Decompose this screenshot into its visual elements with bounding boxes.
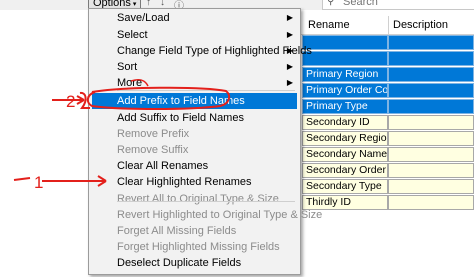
- annotation-circle: [86, 86, 231, 110]
- annotation-label-2: 2: [66, 92, 75, 111]
- annotation-arrow: [130, 78, 149, 87]
- annotation-label-1: 1: [34, 173, 43, 192]
- annotation-overlay: 1 2: [13, 78, 231, 192]
